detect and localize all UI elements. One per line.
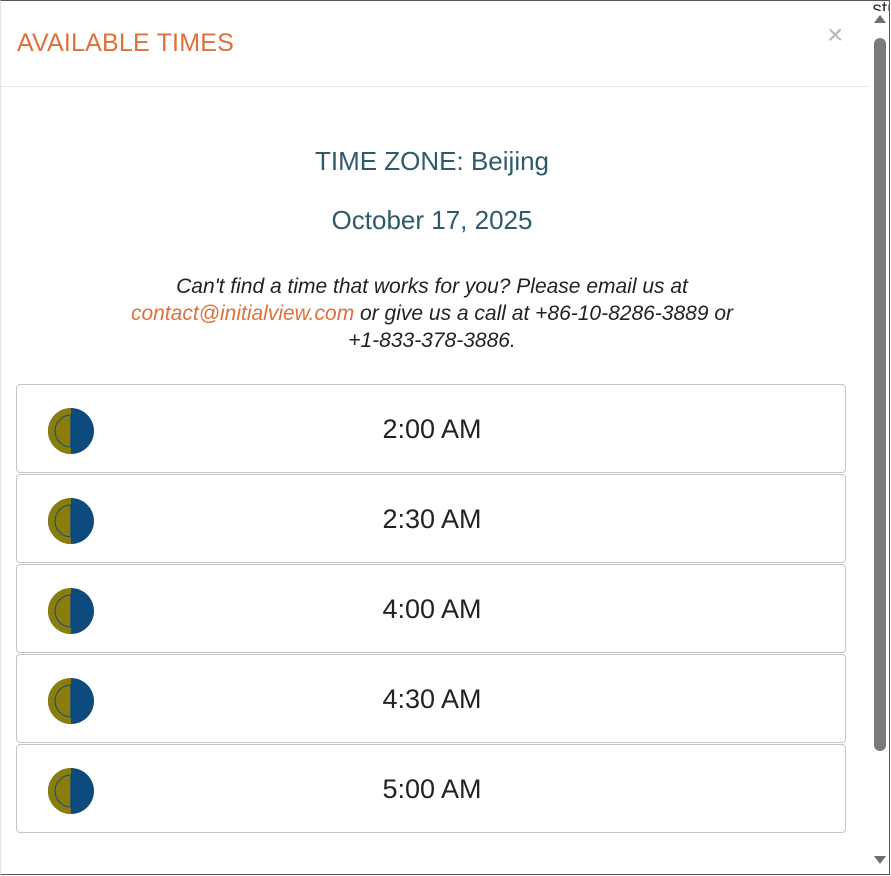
- close-button[interactable]: ×: [827, 21, 843, 49]
- vertical-scrollbar[interactable]: [870, 11, 889, 869]
- modal-title: AVAILABLE TIMES: [17, 29, 234, 57]
- time-slot[interactable]: 4:30 AM: [16, 654, 846, 743]
- time-slot[interactable]: 2:30 AM: [16, 474, 846, 563]
- time-slot-label: 4:00 AM: [382, 594, 482, 624]
- contact-message: Can't find a time that works for you? Pl…: [101, 273, 763, 354]
- modal-header: AVAILABLE TIMES ×: [1, 1, 869, 87]
- scroll-up-arrow-icon[interactable]: [874, 15, 886, 23]
- time-slot-label: 5:00 AM: [382, 774, 482, 804]
- scroll-down-arrow-icon[interactable]: [874, 856, 886, 864]
- available-times-modal: AVAILABLE TIMES × TIME ZONE: Beijing Oct…: [1, 1, 869, 874]
- time-slot[interactable]: 2:00 AM: [16, 384, 846, 473]
- time-slot[interactable]: 5:00 AM: [16, 744, 846, 833]
- timezone-label: TIME ZONE: Beijing: [314, 146, 550, 176]
- time-slot-label: 4:30 AM: [382, 684, 482, 714]
- date-label: October 17, 2025: [331, 205, 533, 235]
- contact-line-2: or give us a call at +86-10-8286-3889 or: [354, 302, 734, 325]
- time-slot-list: 2:00 AM 2:30 AM 4:00 AM 4:30 AM 5:00 AM: [16, 384, 846, 834]
- contact-email-link[interactable]: contact@initialview.com: [131, 302, 354, 325]
- scrollbar-thumb[interactable]: [874, 38, 886, 751]
- time-slot[interactable]: 4:00 AM: [16, 564, 846, 653]
- contact-line-1: Can't find a time that works for you? Pl…: [176, 275, 688, 298]
- page-frame: 16 stu AVAILABLE TIMES × TIME ZONE: Beij…: [0, 0, 890, 875]
- time-slot-label: 2:00 AM: [382, 414, 482, 444]
- contact-line-3: +1-833-378-3886.: [348, 329, 516, 352]
- time-slot-label: 2:30 AM: [382, 504, 482, 534]
